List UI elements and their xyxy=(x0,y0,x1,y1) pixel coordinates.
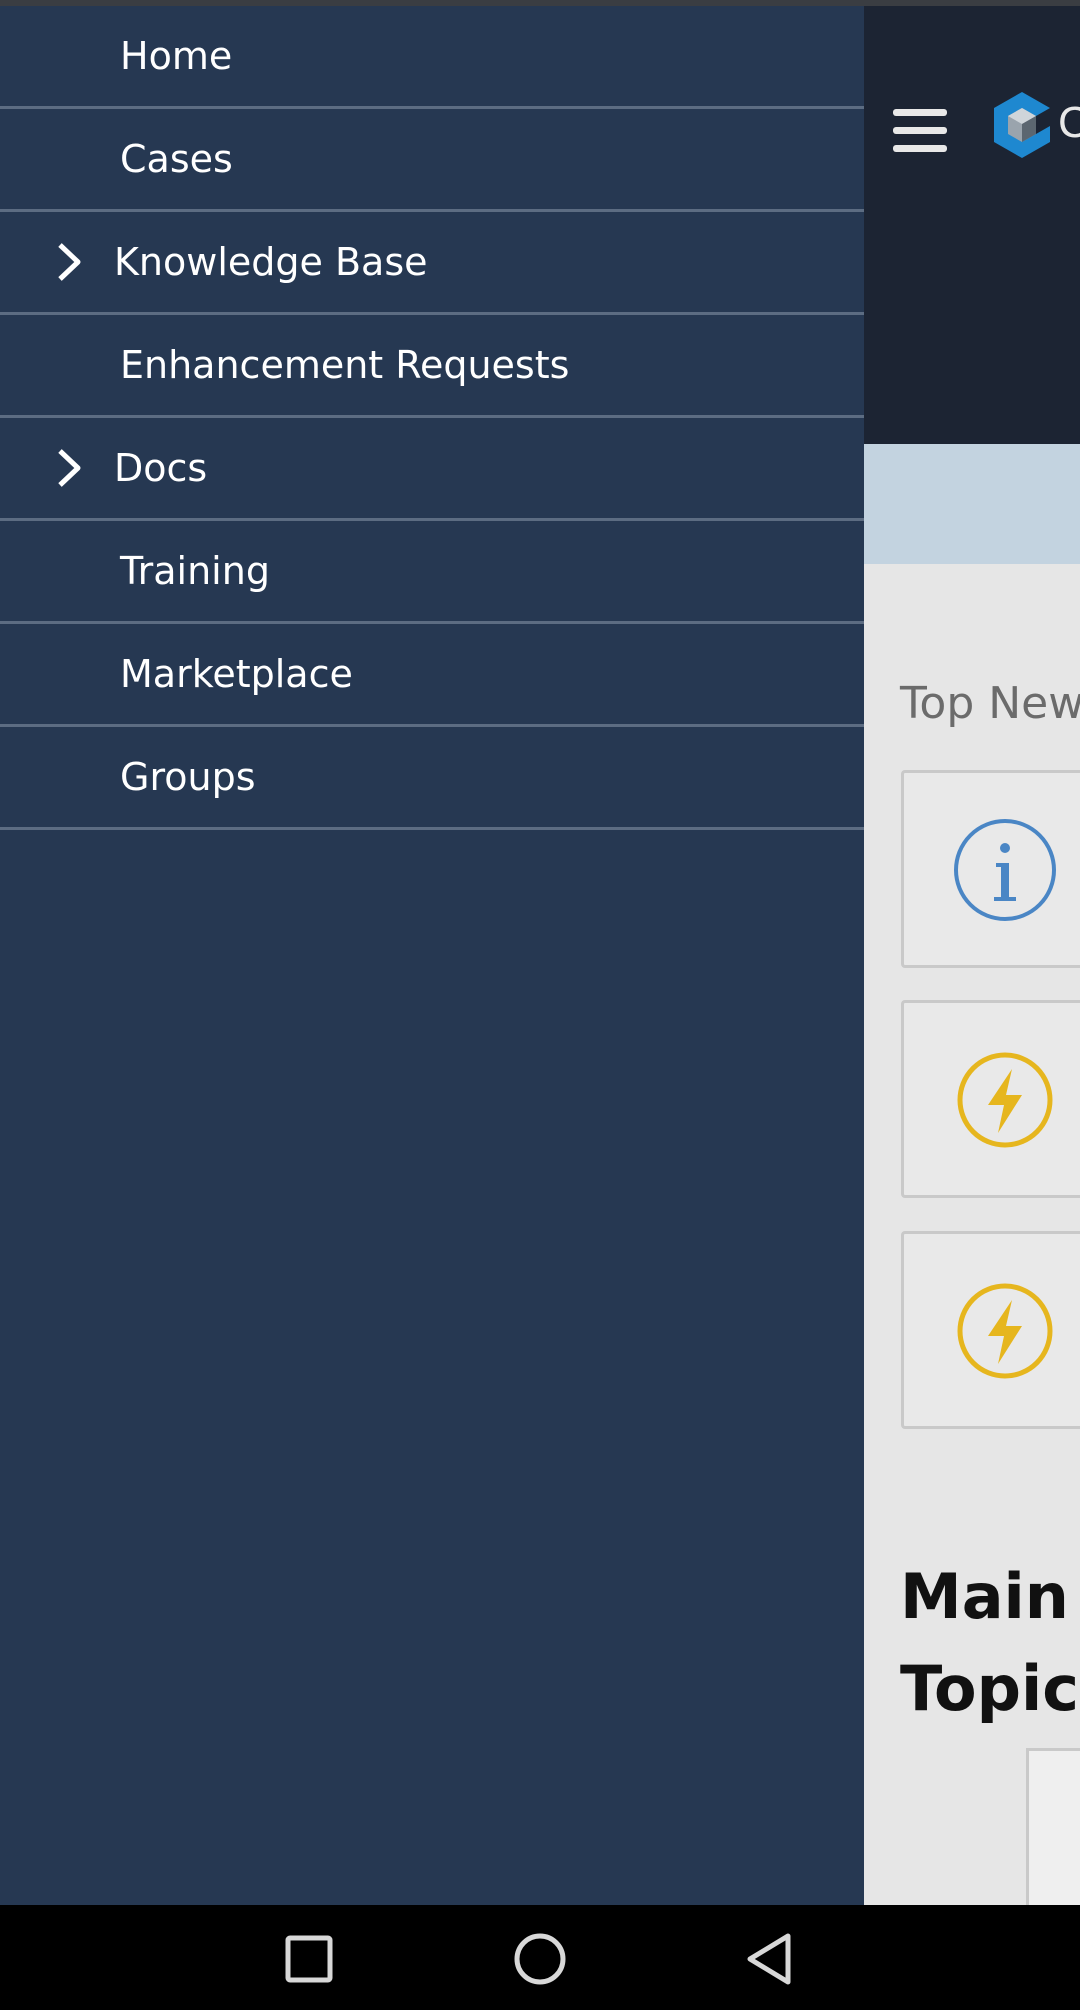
drawer-item-label: Home xyxy=(120,34,233,78)
recents-square-icon[interactable] xyxy=(281,1931,337,1987)
hamburger-menu-icon[interactable] xyxy=(893,109,947,153)
lightning-icon xyxy=(957,1283,1053,1379)
drawer-item-training[interactable]: Training xyxy=(0,521,864,624)
drawer-item-label: Cases xyxy=(120,137,233,181)
back-triangle-icon[interactable] xyxy=(742,1931,798,1987)
drawer-item-cases[interactable]: Cases xyxy=(0,109,864,212)
news-card[interactable] xyxy=(901,1000,1080,1198)
drawer-item-knowledge-base[interactable]: Knowledge Base xyxy=(0,212,864,315)
topic-card[interactable] xyxy=(1026,1748,1080,1905)
drawer-item-marketplace[interactable]: Marketplace xyxy=(0,624,864,727)
drawer-item-label: Enhancement Requests xyxy=(120,343,570,387)
navigation-drawer: Home Cases Knowledge Base Enhancement Re… xyxy=(0,6,864,1905)
info-icon xyxy=(954,819,1056,921)
section-title-top-news: Top New xyxy=(900,678,1080,729)
drawer-item-label: Knowledge Base xyxy=(114,240,428,284)
drawer-item-groups[interactable]: Groups xyxy=(0,727,864,830)
drawer-item-label: Marketplace xyxy=(120,652,353,696)
lightning-icon xyxy=(957,1052,1053,1148)
logo-icon xyxy=(994,92,1050,158)
chevron-right-icon[interactable] xyxy=(54,241,84,283)
drawer-item-label: Training xyxy=(120,549,270,593)
system-navigation-bar xyxy=(0,1905,1080,2010)
home-circle-icon[interactable] xyxy=(512,1931,568,1987)
section-title-main-topics: Main Topics xyxy=(900,1560,1080,1725)
chevron-right-icon[interactable] xyxy=(54,447,84,489)
drawer-item-docs[interactable]: Docs xyxy=(0,418,864,521)
news-card[interactable] xyxy=(901,770,1080,968)
drawer-item-label: Docs xyxy=(114,446,208,490)
drawer-item-enhancement-requests[interactable]: Enhancement Requests xyxy=(0,315,864,418)
news-card[interactable] xyxy=(901,1231,1080,1429)
logo-text: C xyxy=(1058,98,1080,147)
drawer-item-home[interactable]: Home xyxy=(0,6,864,109)
drawer-item-label: Groups xyxy=(120,755,256,799)
